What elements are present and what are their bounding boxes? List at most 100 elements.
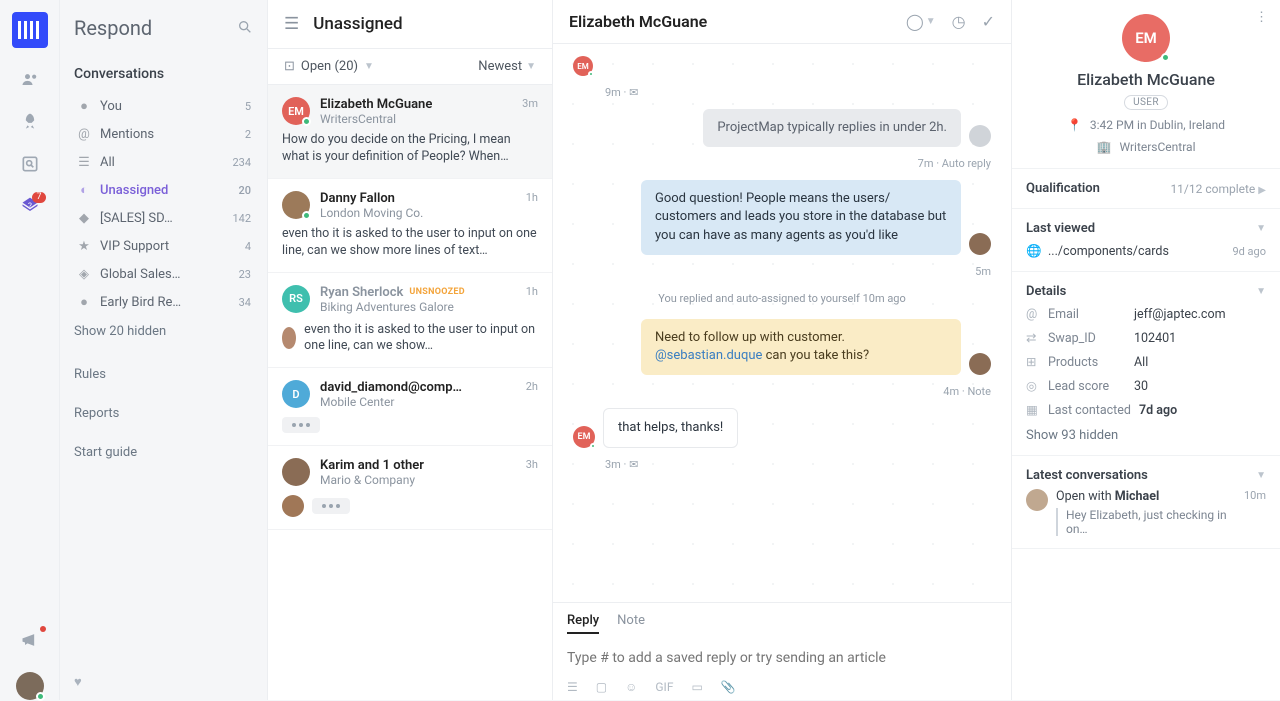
- section-qualification[interactable]: Qualification11/12 complete ▶: [1012, 169, 1280, 209]
- user-company: 🏢WritersCentral: [1028, 140, 1264, 154]
- conversation-item[interactable]: RS Ryan Sherlock UNSNOOZED Biking Adventu…: [268, 273, 552, 369]
- help-badge: 7: [32, 192, 45, 203]
- tab-note[interactable]: Note: [617, 613, 645, 634]
- sidebar-item-earlybird[interactable]: ●Early Bird Re…34: [74, 288, 253, 316]
- app-logo[interactable]: [12, 12, 48, 48]
- conv-time: 3m: [522, 97, 538, 110]
- chevron-down-icon[interactable]: ▼: [526, 61, 536, 72]
- thread-separator: You replied and auto-assigned to yoursel…: [573, 292, 991, 305]
- sort-select[interactable]: Newest: [478, 59, 522, 74]
- latest-conv-time: 10m: [1244, 489, 1266, 502]
- app-section-title: Respond: [74, 16, 253, 40]
- at-icon: @: [1026, 307, 1040, 322]
- conv-name: Danny Fallon: [320, 191, 516, 206]
- chevron-down-icon[interactable]: ▼: [364, 61, 374, 72]
- avatar: [282, 191, 310, 219]
- chevron-down-icon[interactable]: ▼: [1256, 223, 1266, 234]
- close-icon[interactable]: ✓: [982, 12, 995, 31]
- section-last-viewed: Last viewed▼ 🌐.../components/cards9d ago: [1012, 209, 1280, 272]
- saved-reply-icon[interactable]: ☰: [567, 680, 578, 694]
- avatar: D: [282, 380, 310, 408]
- conversation-item[interactable]: Karim and 1 other Mario & Company 3h: [268, 446, 552, 530]
- conversation-thread: Elizabeth McGuane ◯ ▼ ◷ ✓ EM 9m · ✉ Proj…: [553, 0, 1012, 700]
- avatar: RS: [282, 285, 310, 313]
- people-icon: ☰: [76, 154, 92, 170]
- avatar: [282, 458, 310, 486]
- agent-bubble: Good question! People means the users/ c…: [641, 180, 961, 255]
- more-icon[interactable]: ⋮: [1255, 10, 1268, 25]
- rocket-icon[interactable]: [20, 112, 40, 132]
- sidebar-item-vip[interactable]: ★VIP Support4: [74, 232, 253, 260]
- mention[interactable]: @sebastian.duque: [655, 348, 762, 363]
- agent-avatar: [969, 233, 991, 255]
- conv-company: Biking Adventures Galore: [320, 300, 516, 314]
- product-icon: ⊞: [1026, 354, 1040, 370]
- sidebar-item-sales[interactable]: ◆[SALES] SD…142: [74, 204, 253, 232]
- search-icon[interactable]: [237, 16, 253, 40]
- conv-company: London Moving Co.: [320, 206, 516, 220]
- filter-open[interactable]: Open (20): [301, 59, 358, 74]
- current-user-avatar[interactable]: [16, 672, 44, 700]
- menu-icon[interactable]: ☰: [284, 14, 299, 34]
- attachment-icon[interactable]: 📎: [721, 680, 736, 694]
- show-hidden-link[interactable]: Show 20 hidden: [74, 324, 253, 339]
- user-icon: ●: [76, 98, 92, 114]
- globe-icon: 🌐: [1026, 244, 1040, 259]
- start-guide-link[interactable]: Start guide: [74, 445, 253, 460]
- msg-meta: 5m: [975, 265, 991, 278]
- conv-name: Elizabeth McGuane: [320, 97, 512, 112]
- icon-rail: 7 ?: [0, 0, 60, 700]
- sidebar-item-unassigned[interactable]: ◐Unassigned20: [74, 176, 253, 204]
- conv-preview: even tho it is asked to the user to inpu…: [282, 226, 538, 260]
- assign-icon[interactable]: ◯ ▼: [906, 12, 936, 31]
- search-box-icon[interactable]: [20, 154, 40, 174]
- people-icon[interactable]: [20, 70, 40, 90]
- image-icon[interactable]: ▭: [691, 680, 702, 694]
- conversation-item[interactable]: EM Elizabeth McGuane WritersCentral 3m H…: [268, 85, 552, 179]
- conv-preview: even tho it is asked to the user to inpu…: [304, 322, 538, 356]
- help-icon[interactable]: 7 ?: [20, 196, 40, 216]
- reports-link[interactable]: Reports: [74, 406, 253, 421]
- sidebar-item-mentions[interactable]: @Mentions2: [74, 120, 253, 148]
- heart-icon[interactable]: ♥: [74, 664, 253, 700]
- chevron-down-icon[interactable]: ▼: [1256, 470, 1266, 481]
- inbox-list: ☰ Unassigned ⊡ Open (20) ▼ Newest▼ EM El…: [268, 0, 553, 700]
- conv-name: Ryan Sherlock: [320, 285, 403, 300]
- tab-reply[interactable]: Reply: [567, 613, 599, 634]
- tag-icon: ◆: [76, 210, 92, 226]
- composer: Reply Note ☰ ▢ ☺ GIF ▭ 📎: [553, 602, 1011, 700]
- conv-preview: How do you decide on the Pricing, I mean…: [282, 132, 538, 166]
- rules-link[interactable]: Rules: [74, 367, 253, 382]
- typing-indicator: [282, 417, 320, 433]
- composer-input[interactable]: [567, 644, 997, 680]
- chevron-down-icon[interactable]: ▼: [1256, 286, 1266, 297]
- msg-meta: 3m · ✉: [605, 458, 638, 471]
- note-bubble: Need to follow up with customer. @sebast…: [641, 319, 961, 375]
- user-avatar-large: EM: [1122, 14, 1170, 62]
- show-hidden-details[interactable]: Show 93 hidden: [1026, 428, 1266, 443]
- sidebar-item-all[interactable]: ☰All234: [74, 148, 253, 176]
- unsnoozed-tag: UNSNOOZED: [409, 287, 465, 297]
- inbox-filter: ⊡ Open (20) ▼ Newest▼: [268, 49, 552, 85]
- typing-indicator: [312, 498, 350, 514]
- conv-time: 1h: [526, 285, 538, 298]
- latest-conv-line[interactable]: Open with Michael: [1056, 489, 1236, 504]
- bot-avatar: [969, 125, 991, 147]
- sidebar-item-you[interactable]: ●You5: [74, 92, 253, 120]
- megaphone-icon[interactable]: [20, 630, 40, 650]
- swap-icon: ⇄: [1026, 330, 1040, 346]
- pin-icon: 📍: [1067, 118, 1082, 132]
- customer-avatar: EM: [573, 426, 595, 448]
- sidebar-item-global[interactable]: ◈Global Sales…23: [74, 260, 253, 288]
- conv-name: Karim and 1 other: [320, 458, 516, 473]
- emoji-icon[interactable]: ☺: [625, 680, 637, 694]
- thread-title: Elizabeth McGuane: [569, 12, 707, 31]
- conversation-item[interactable]: Danny Fallon London Moving Co. 1h even t…: [268, 179, 552, 273]
- at-icon: @: [76, 126, 92, 142]
- bookmark-icon[interactable]: ▢: [596, 680, 607, 694]
- gif-icon[interactable]: GIF: [655, 680, 673, 694]
- conversation-item[interactable]: D david_diamond@comp… Mobile Center 2h: [268, 368, 552, 446]
- msg-meta: 9m · ✉: [605, 86, 638, 99]
- section-latest-conversations: Latest conversations▼ Open with Michael …: [1012, 456, 1280, 549]
- snooze-icon[interactable]: ◷: [952, 12, 966, 31]
